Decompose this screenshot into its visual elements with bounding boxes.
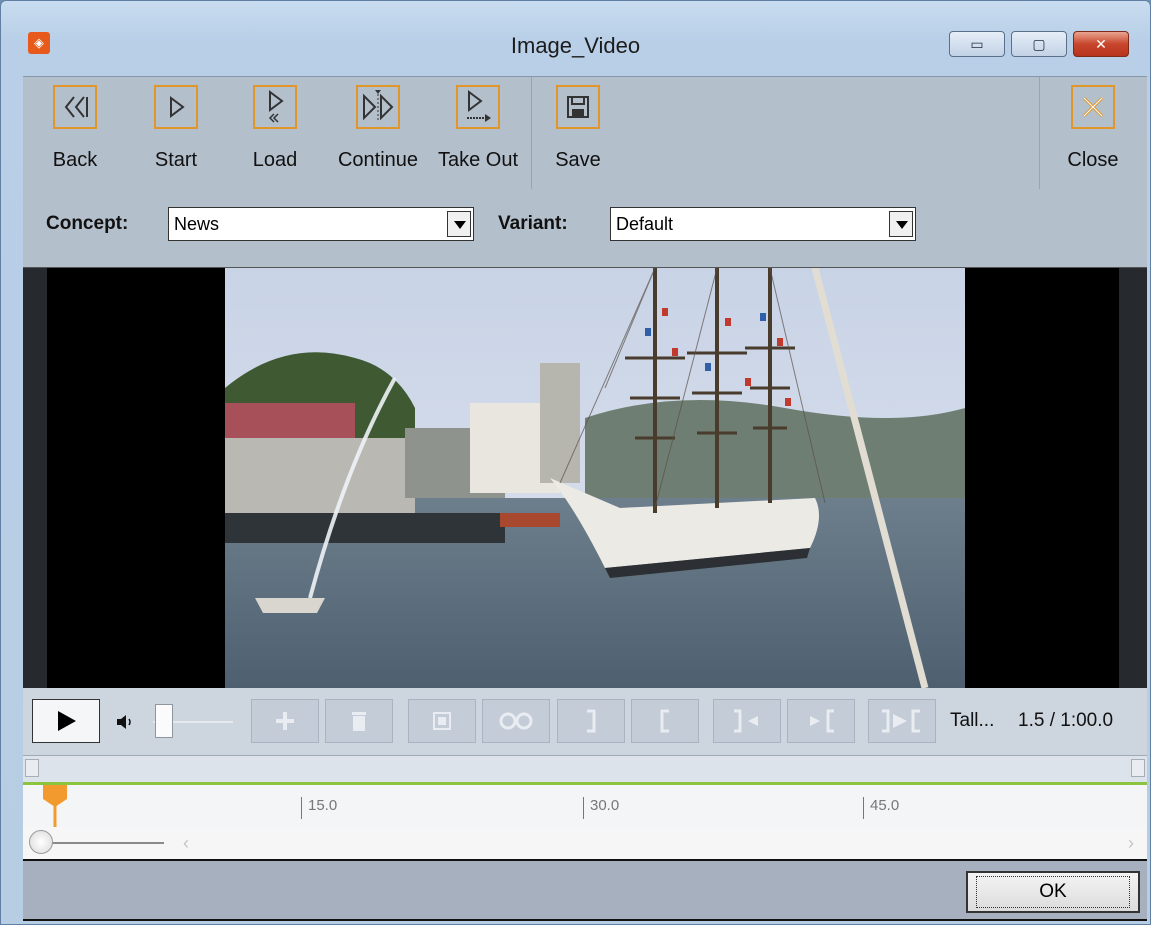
loop-button[interactable] (482, 699, 550, 743)
concept-value: News (174, 214, 220, 234)
minimize-button[interactable]: ▭ (949, 31, 1005, 57)
timeline-ruler[interactable]: 15.0 30.0 45.0 (23, 785, 1147, 827)
image-video-window: ◈ Image_Video ▭ ▢ ✕ Back Start Load Cont… (0, 0, 1151, 925)
close-button[interactable]: Close (1063, 85, 1123, 172)
load-button[interactable]: Load (245, 85, 305, 172)
speaker-icon[interactable] (115, 712, 135, 737)
toolbar-separator-right (1039, 77, 1040, 189)
zoom-slider-thumb[interactable] (29, 830, 53, 854)
video-frame[interactable] (225, 268, 965, 688)
harbor-tall-ship-image (225, 268, 965, 688)
ok-button[interactable]: OK (966, 871, 1140, 913)
chevron-down-icon[interactable] (447, 211, 471, 237)
add-marker-button[interactable] (251, 699, 319, 743)
timeline-grip-right[interactable] (1131, 759, 1145, 777)
volume-thumb[interactable] (155, 704, 173, 738)
window-close-button[interactable]: ✕ (1073, 31, 1129, 57)
variant-value: Default (616, 214, 674, 234)
back-button[interactable]: Back (45, 85, 105, 172)
title-bar: ◈ Image_Video ▭ ▢ ✕ (1, 1, 1150, 58)
save-label: Save (555, 149, 601, 171)
start-button[interactable]: Start (146, 85, 206, 172)
playhead-marker[interactable] (41, 785, 69, 832)
toolbar-separator (531, 77, 532, 189)
go-to-out-button[interactable] (713, 699, 781, 743)
clip-name: Tall... (950, 710, 995, 731)
go-to-in-icon (810, 709, 834, 733)
play-triangle-icon (154, 85, 198, 129)
rewind-icon (53, 85, 97, 129)
concept-label: Concept: (46, 213, 129, 234)
go-to-in-button[interactable] (787, 699, 855, 743)
timeline-grip-left[interactable] (25, 759, 39, 777)
chevron-down-icon[interactable] (889, 211, 913, 237)
scroll-left-arrow-icon[interactable]: ‹ (183, 833, 189, 854)
concept-variant-row: Concept: News Variant: Default (23, 189, 1147, 268)
variant-label: Variant: (498, 213, 568, 234)
timeline-scroll-row: ‹ › (23, 827, 1147, 859)
continue-label: Continue (337, 149, 419, 171)
play-range-button[interactable] (868, 699, 936, 743)
floppy-disk-icon (556, 85, 600, 129)
save-button[interactable]: Save (548, 85, 608, 172)
close-label: Close (1067, 149, 1119, 171)
bracket-close-icon (587, 709, 596, 733)
start-label: Start (154, 149, 198, 171)
trash-icon (352, 712, 366, 731)
take-out-button[interactable]: Take Out (428, 85, 528, 172)
variant-select[interactable]: Default (610, 207, 916, 241)
mark-in-button[interactable] (631, 699, 699, 743)
timeline-tick: 15.0 (301, 797, 337, 819)
take-out-label: Take Out (437, 149, 519, 171)
frame-button[interactable] (408, 699, 476, 743)
back-label: Back (52, 149, 98, 171)
play-range-icon (882, 709, 920, 733)
frame-icon (433, 712, 451, 730)
continue-icon (356, 85, 400, 129)
loop-icon (499, 712, 533, 730)
dialog-footer: OK (23, 859, 1147, 921)
delete-button[interactable] (325, 699, 393, 743)
load-icon (253, 85, 297, 129)
continue-button[interactable]: Continue (323, 85, 433, 172)
maximize-button[interactable]: ▢ (1011, 31, 1067, 57)
zoom-slider-track (49, 842, 164, 844)
ok-label: OK (976, 876, 1130, 908)
volume-slider[interactable] (153, 702, 233, 742)
concept-select[interactable]: News (168, 207, 474, 241)
scroll-right-arrow-icon[interactable]: › (1128, 833, 1134, 854)
playback-bar: Tall... 1.5 / 1:00.0 (23, 688, 1147, 756)
take-out-icon (456, 85, 500, 129)
mark-out-button[interactable] (557, 699, 625, 743)
bracket-open-icon (660, 709, 669, 733)
time-position: 1.5 / 1:00.0 (1018, 710, 1114, 731)
timeline-tick: 30.0 (583, 797, 619, 819)
go-to-out-icon (734, 709, 758, 733)
timeline-tick: 45.0 (863, 797, 899, 819)
load-label: Load (252, 149, 298, 171)
video-preview-area (23, 268, 1147, 688)
timeline-header (23, 756, 1147, 785)
toolbar: Back Start Load Continue Take Out Save C… (23, 76, 1147, 190)
play-icon (58, 711, 76, 731)
plus-icon (276, 712, 294, 730)
play-button[interactable] (32, 699, 100, 743)
close-x-icon (1071, 85, 1115, 129)
